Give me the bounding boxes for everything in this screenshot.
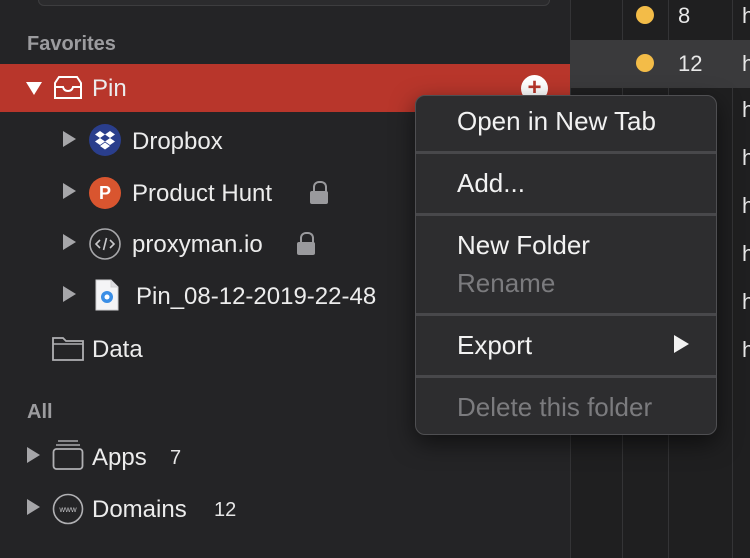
disclosure-icon[interactable] [63,234,76,250]
svg-text:www: www [58,505,77,514]
menu-item-open-in-new-tab[interactable]: Open in New Tab [457,106,656,137]
sidebar-item-label: Apps [92,444,147,471]
globe-icon: www [52,493,84,525]
disclosure-icon[interactable] [63,183,76,199]
sidebar-item-apps[interactable]: Apps 7 [0,433,570,481]
item-count: 12 [214,499,237,521]
menu-item-rename: Rename [457,268,556,298]
sidebar-item-label: Product Hunt [132,180,273,207]
disclosure-icon[interactable] [27,499,40,515]
menu-item-add[interactable]: Add... [457,168,525,199]
sidebar-item-label: Pin_08-12-2019-22-48 [136,283,377,310]
disclosure-icon[interactable] [27,447,40,463]
status-dot [636,54,654,72]
status-dot [636,6,654,24]
menu-separator [416,375,716,378]
lock-icon [309,181,329,205]
row-cut-text: h [742,51,750,76]
row-cut-text: h [742,3,750,28]
row-cut-text: h [742,337,750,362]
svg-text:P: P [99,183,111,203]
code-icon [89,228,121,260]
stack-icon [52,440,84,470]
menu-item-export[interactable]: Export [457,330,532,361]
disclosure-icon[interactable] [63,131,76,147]
sidebar-item-domains[interactable]: www Domains 12 [0,485,570,533]
sidebar-item-label: Data [92,336,143,363]
submenu-arrow-icon [674,335,689,353]
search-field[interactable] [38,0,550,6]
menu-separator [416,213,716,216]
row-value: 12 [678,51,703,76]
sidebar-item-label: Domains [92,496,187,523]
row-cut-text: h [742,289,750,314]
disclosure-icon[interactable] [63,286,76,302]
sidebar-item-label: proxyman.io [132,231,263,258]
menu-separator [416,151,716,154]
lock-icon [296,232,316,256]
row-value: 8 [678,3,691,28]
disclosure-open-icon[interactable] [26,82,42,95]
product-hunt-icon: P [89,177,121,209]
row-cut-text: h [742,193,750,218]
favorites-header: Favorites [27,33,116,55]
menu-item-new-folder[interactable]: New Folder [457,230,590,261]
table-row[interactable]: 12 h [570,40,750,88]
row-cut-text: h [742,97,750,122]
all-header: All [27,401,53,423]
inbox-tray-icon [54,76,82,99]
item-count: 7 [170,447,182,469]
dropbox-icon [89,124,121,156]
sidebar-item-label: Pin [92,75,127,102]
row-cut-text: h [742,145,750,170]
sidebar-item-label: Dropbox [132,128,223,155]
row-cut-text: h [742,241,750,266]
folder-icon [52,337,84,361]
file-icon [95,279,119,311]
menu-separator [416,313,716,316]
menu-item-delete-folder: Delete this folder [457,392,653,422]
table-row[interactable]: 8 h [570,0,750,40]
context-menu: Open in New Tab Add... New Folder Rename… [415,95,717,435]
